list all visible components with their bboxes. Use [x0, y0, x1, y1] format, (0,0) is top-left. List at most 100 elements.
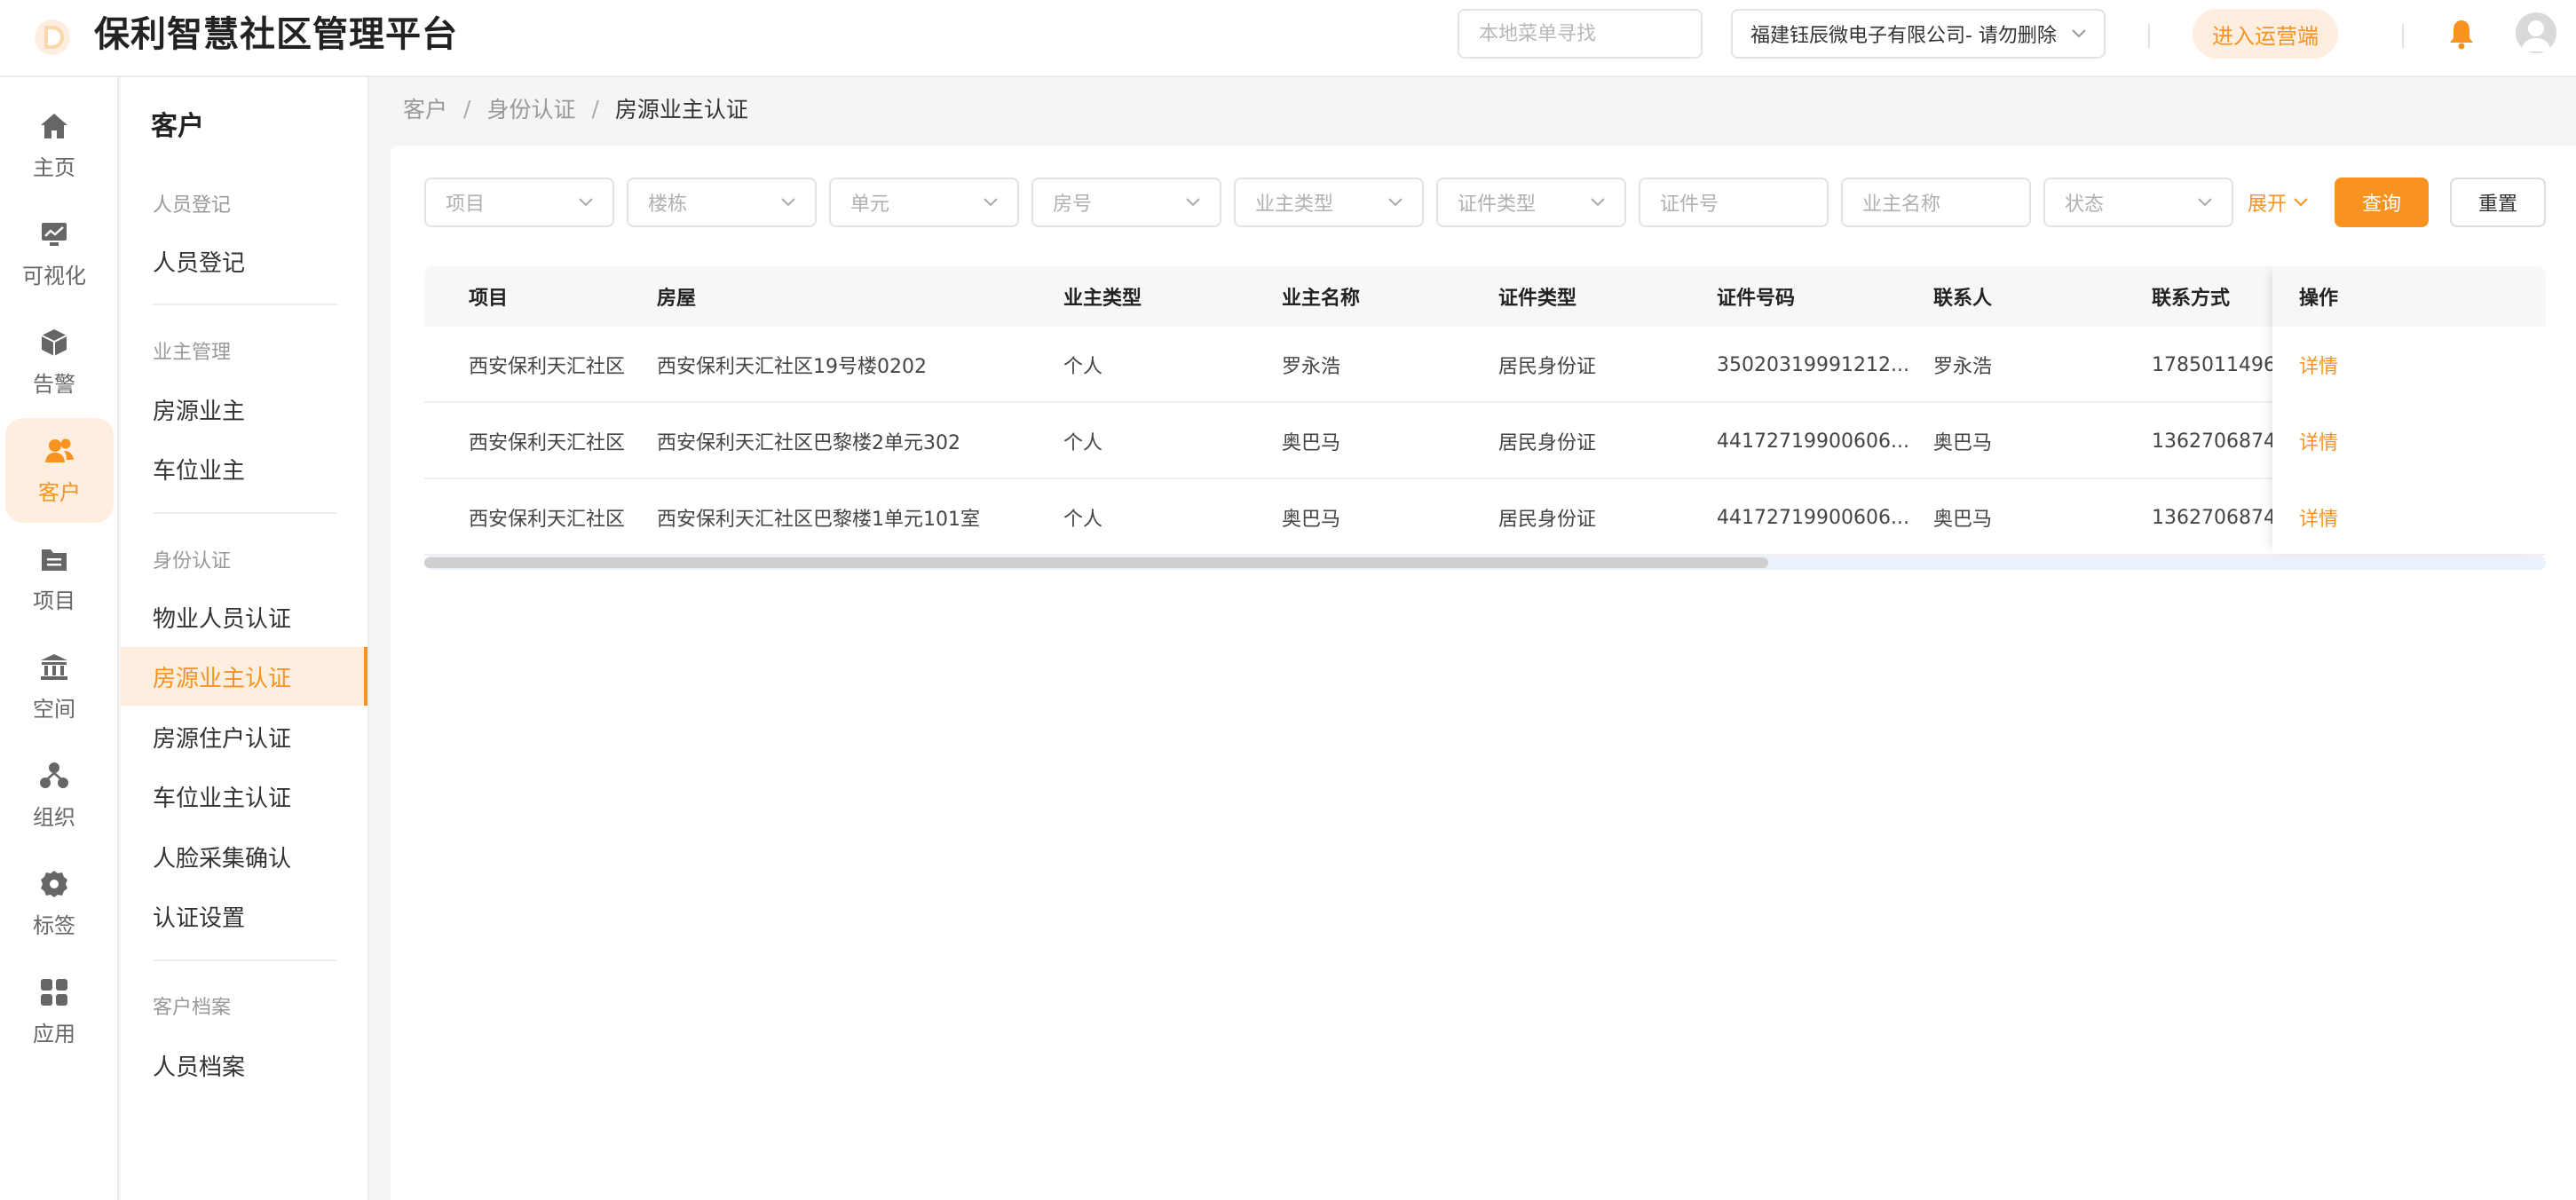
submenu-item-parking-auth[interactable]: 车位业主认证	[121, 767, 367, 825]
building-select[interactable]: 楼栋	[627, 178, 817, 227]
menu-group-label: 身份认证	[153, 550, 232, 572]
breadcrumb-separator: /	[463, 95, 471, 122]
cert-no-input[interactable]: 证件号	[1639, 178, 1829, 227]
org-icon	[40, 762, 68, 788]
divider	[153, 512, 337, 514]
table-cell: 35020319991212...	[1717, 353, 1909, 376]
nav-item-organization[interactable]: 组织	[0, 743, 108, 848]
project-select[interactable]: 项目	[424, 178, 614, 227]
select-placeholder: 房号	[1053, 193, 1093, 216]
secondary-menu: 客户 人员登记 人员登记 业主管理 房源业主 车位业主 身份认证 物业人员认证 …	[121, 77, 369, 1200]
chevron-down-icon	[2072, 29, 2086, 38]
submenu-item-parking-owner[interactable]: 车位业主	[121, 439, 367, 498]
submenu-item-person-registration[interactable]: 人员登记	[121, 232, 367, 290]
nav-label: 主页	[33, 154, 75, 180]
expand-filters-toggle[interactable]: 展开	[2248, 188, 2308, 217]
unit-select[interactable]: 单元	[829, 178, 1019, 227]
table-cell: 罗永浩	[1933, 356, 1993, 378]
detail-link[interactable]: 详情	[2299, 427, 2338, 455]
action-cell: 详情	[2299, 403, 2338, 479]
reset-button[interactable]: 重置	[2450, 178, 2546, 227]
cube-icon	[41, 328, 67, 356]
select-placeholder: 单元	[850, 193, 890, 216]
submenu-item-owner-auth[interactable]: 房源业主认证	[121, 647, 367, 706]
menu-search-input[interactable]	[1458, 9, 1703, 59]
fixed-action-column: 操作 详情 详情 详情	[2272, 266, 2546, 554]
avatar[interactable]	[2516, 12, 2556, 53]
column-header: 操作	[2272, 266, 2546, 327]
menu-group-label: 业主管理	[153, 342, 232, 364]
table-cell: 13627068745	[2152, 506, 2288, 529]
nav-item-visualization[interactable]: 可视化	[0, 201, 108, 306]
chevron-down-icon	[781, 198, 795, 207]
menu-group-label: 人员登记	[153, 194, 232, 217]
nav-item-alert[interactable]: 告警	[0, 310, 108, 414]
chevron-down-icon	[1388, 198, 1403, 207]
input-placeholder: 证件号	[1660, 193, 1719, 216]
table-cell: 17850114963	[2152, 353, 2288, 376]
table-cell: 西安保利天汇社区	[469, 356, 626, 378]
select-placeholder: 状态	[2065, 193, 2105, 216]
submenu-item-staff-auth[interactable]: 物业人员认证	[121, 588, 367, 646]
cert-type-select[interactable]: 证件类型	[1436, 178, 1626, 227]
table-cell: 西安保利天汇社区19号楼0202	[657, 356, 927, 378]
submenu-item-property-owner[interactable]: 房源业主	[121, 380, 367, 438]
menu-group-label: 客户档案	[153, 997, 232, 1019]
table-cell: 西安保利天汇社区	[469, 509, 626, 531]
nav-item-project[interactable]: 项目	[0, 526, 108, 631]
submenu-item-resident-auth[interactable]: 房源住户认证	[121, 707, 367, 766]
users-icon	[45, 438, 74, 462]
select-placeholder: 楼栋	[648, 193, 688, 216]
table-cell: 居民身份证	[1498, 432, 1597, 454]
table-cell: 个人	[1063, 509, 1103, 531]
nav-item-customer[interactable]: 客户	[5, 418, 114, 523]
home-icon	[41, 113, 67, 138]
submenu-item-face-capture[interactable]: 人脸采集确认	[121, 827, 367, 886]
chevron-down-icon	[2294, 198, 2308, 207]
nav-label: 告警	[33, 371, 75, 397]
table-cell: 西安保利天汇社区巴黎楼2单元302	[657, 432, 960, 454]
nav-item-tags[interactable]: 标签	[0, 851, 108, 956]
breadcrumb-item[interactable]: 客户	[403, 92, 447, 124]
chevron-down-icon	[1186, 198, 1200, 207]
table-cell: 13627068745	[2152, 430, 2288, 453]
divider	[2402, 24, 2404, 49]
room-select[interactable]: 房号	[1031, 178, 1221, 227]
horizontal-scrollbar[interactable]	[424, 556, 2546, 570]
table-cell: 奥巴马	[1282, 432, 1341, 454]
select-placeholder: 业主类型	[1255, 193, 1334, 216]
nav-item-apps[interactable]: 应用	[0, 959, 108, 1064]
table-cell: 罗永浩	[1282, 356, 1341, 378]
chevron-down-icon	[1591, 198, 1605, 207]
table-row: 西安保利天汇社区 西安保利天汇社区巴黎楼2单元302 个人 奥巴马 居民身份证 …	[424, 403, 2546, 479]
input-placeholder: 业主名称	[1862, 193, 1941, 216]
chevron-down-icon	[984, 198, 998, 207]
company-select[interactable]: 福建钰辰微电子有限公司- 请勿删除	[1731, 9, 2106, 59]
breadcrumb-separator: /	[591, 95, 599, 122]
table-cell: 44172719900606...	[1717, 430, 1909, 453]
nav-label: 可视化	[22, 263, 86, 288]
data-table: 项目 房屋 业主类型 业主名称 证件类型 证件号码 联系人 联系方式 西安保利天…	[424, 266, 2546, 573]
table-cell: 奥巴马	[1282, 509, 1341, 531]
owner-type-select[interactable]: 业主类型	[1234, 178, 1424, 227]
breadcrumb: 客户 / 身份认证 / 房源业主认证	[403, 92, 748, 124]
nav-label: 项目	[33, 588, 75, 613]
bell-icon[interactable]	[2448, 18, 2475, 50]
divider	[153, 304, 337, 305]
owner-name-input[interactable]: 业主名称	[1841, 178, 2031, 227]
column-header: 房屋	[657, 288, 697, 310]
select-placeholder: 项目	[446, 193, 486, 216]
table-cell: 居民身份证	[1498, 356, 1597, 378]
scrollbar-thumb[interactable]	[424, 557, 1768, 568]
query-button[interactable]: 查询	[2335, 178, 2429, 227]
table-cell: 个人	[1063, 356, 1103, 378]
status-select[interactable]: 状态	[2043, 178, 2233, 227]
nav-item-space[interactable]: 空间	[0, 635, 108, 739]
nav-item-home[interactable]: 主页	[0, 93, 108, 198]
enter-ops-button[interactable]: 进入运营端	[2193, 9, 2338, 59]
breadcrumb-item[interactable]: 身份认证	[486, 92, 575, 124]
detail-link[interactable]: 详情	[2299, 503, 2338, 532]
submenu-item-auth-settings[interactable]: 认证设置	[121, 887, 367, 945]
submenu-item-person-archive[interactable]: 人员档案	[121, 1036, 367, 1094]
detail-link[interactable]: 详情	[2299, 351, 2338, 379]
